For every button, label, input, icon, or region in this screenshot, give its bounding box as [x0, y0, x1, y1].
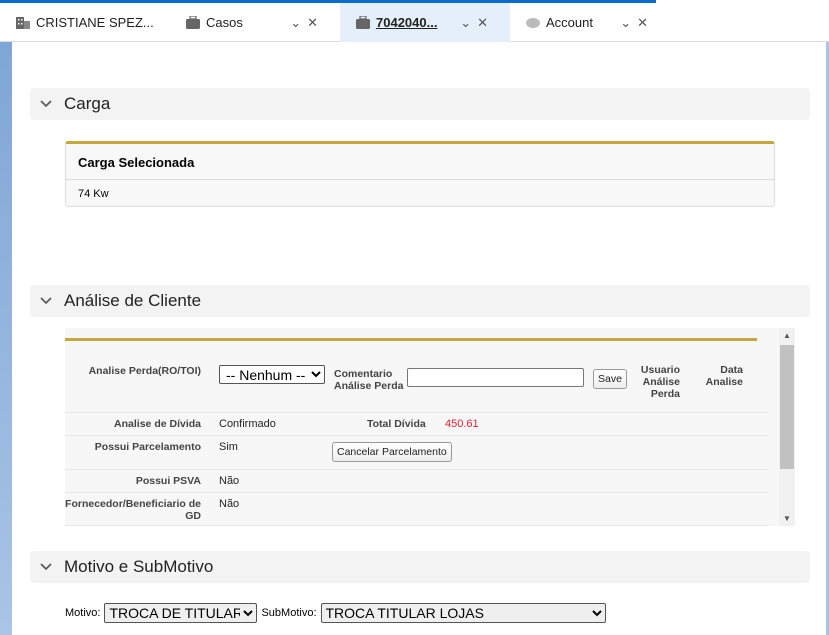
table-row: Possui PSVA Não	[65, 470, 768, 493]
tab-casos[interactable]: Casos ⌄✕	[170, 3, 340, 42]
submotivo-label: SubMotivo:	[261, 607, 317, 619]
value: Não	[219, 498, 240, 510]
cancelar-parcelamento-button[interactable]: Cancelar Parcelamento	[332, 442, 452, 462]
motivo-label: Motivo:	[65, 607, 101, 619]
chevron-down-icon	[40, 297, 52, 305]
value: Confirmado	[219, 418, 276, 430]
tab-menu-close[interactable]: ⌄✕	[620, 15, 654, 31]
carga-value: 74 Kw	[78, 188, 109, 200]
label: Comentario Análise Perda	[334, 368, 404, 392]
briefcase-icon	[356, 16, 370, 29]
tab-case-record[interactable]: 7042040... ⌄✕	[340, 3, 510, 42]
carga-card: Carga Selecionada 74 Kw	[65, 141, 775, 207]
scrollbar-thumb[interactable]	[780, 345, 794, 469]
motivo-row: Motivo: TROCA DE TITULAR SubMotivo: TROC…	[65, 603, 606, 623]
label: Fornecedor/Beneficiario de GD	[65, 498, 201, 522]
background-strip	[0, 42, 12, 635]
chevron-down-icon	[40, 100, 52, 108]
tab-account[interactable]: Account ⌄✕	[510, 3, 670, 42]
tab-menu-close[interactable]: ⌄✕	[290, 15, 324, 31]
tab-bar: CRISTIANE SPEZ... Casos ⌄✕ 7042040... ⌄✕…	[0, 3, 829, 42]
value: Não	[219, 475, 240, 487]
chevron-down-icon	[40, 563, 52, 571]
label: Analise Perda(RO/TOI)	[88, 365, 201, 377]
building-icon	[16, 17, 30, 29]
submotivo-select[interactable]: TROCA TITULAR LOJAS	[320, 603, 606, 623]
analise-perda-select[interactable]: -- Nenhum --	[219, 365, 325, 384]
table-row: Possui Parcelamento Sim Cancelar Parcela…	[65, 436, 768, 470]
total-divida-value: 450.61	[445, 418, 479, 430]
card-title: Carga Selecionada	[66, 144, 774, 180]
table-row: Analise Perda(RO/TOI) -- Nenhum -- Comen…	[65, 341, 768, 413]
tab-account-record[interactable]: CRISTIANE SPEZ...	[0, 3, 170, 42]
scrollbar[interactable]: ▲ ▼	[779, 328, 795, 526]
briefcase-icon	[186, 16, 200, 29]
tab-menu-close[interactable]: ⌄✕	[460, 15, 494, 31]
section-carga-header[interactable]: Carga	[30, 88, 810, 120]
scroll-up-icon[interactable]: ▲	[783, 331, 791, 340]
cloud-icon	[526, 18, 540, 28]
analise-panel: Analise Perda(RO/TOI) -- Nenhum -- Comen…	[65, 328, 795, 526]
motivo-select[interactable]: TROCA DE TITULAR	[104, 603, 258, 623]
table-row: Fornecedor/Beneficiario de GD Não	[65, 493, 768, 526]
comentario-input[interactable]	[407, 368, 584, 387]
label: Usuario Análise Perda	[640, 364, 680, 400]
table-row: Analise de Dívida Confirmado Total Dívid…	[65, 413, 768, 436]
label: Analise de Dívida	[114, 418, 201, 430]
label: Total Dívida	[367, 418, 426, 430]
value: Sim	[219, 441, 238, 453]
section-motivo-header[interactable]: Motivo e SubMotivo	[30, 551, 810, 583]
label: Data Analise	[705, 364, 743, 388]
scroll-down-icon[interactable]: ▼	[783, 514, 791, 523]
label: Possui Parcelamento	[94, 441, 201, 453]
section-analise-header[interactable]: Análise de Cliente	[30, 285, 810, 317]
save-button[interactable]: Save	[593, 369, 627, 389]
label: Possui PSVA	[135, 475, 201, 487]
